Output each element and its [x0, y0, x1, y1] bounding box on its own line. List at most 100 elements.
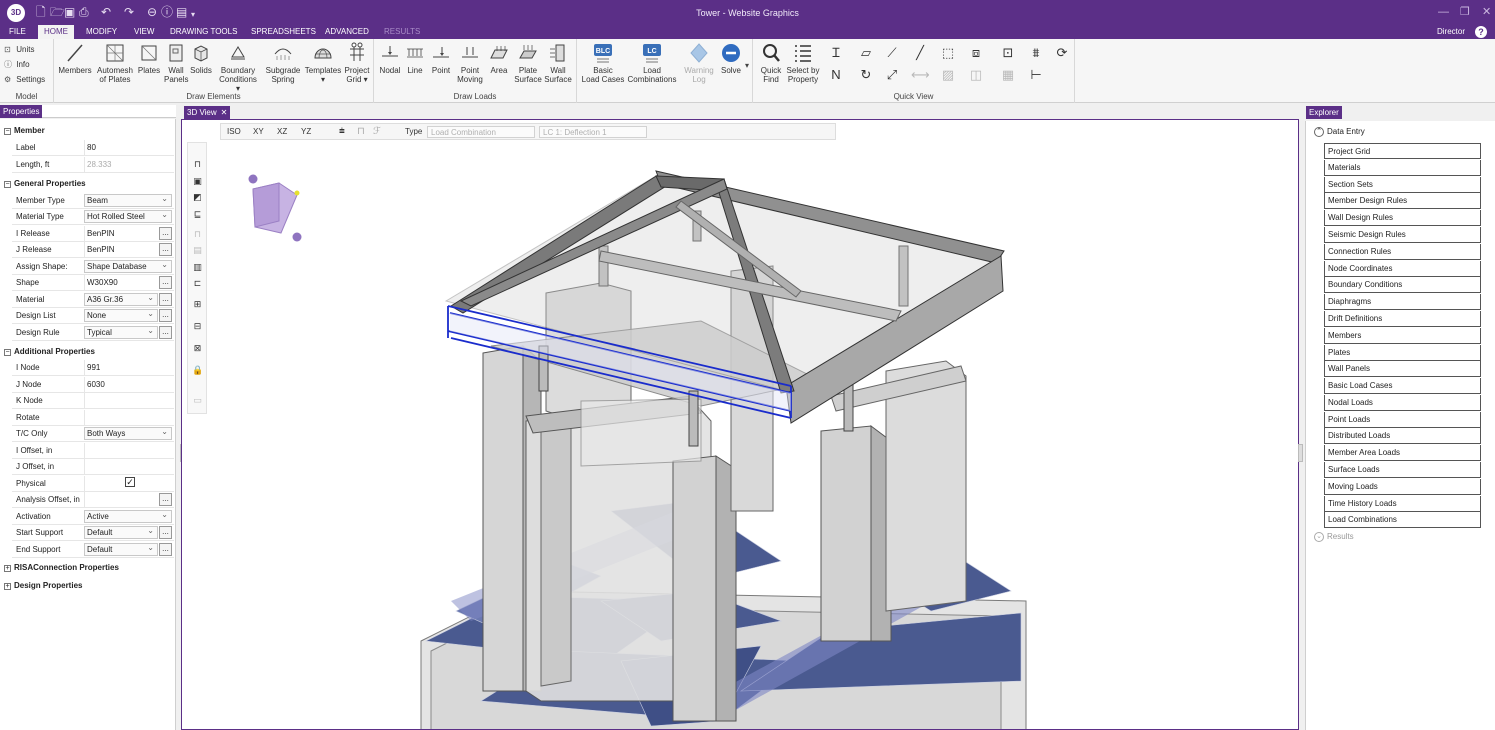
section-member[interactable]: − Member	[4, 126, 45, 135]
collapse-icon[interactable]: −	[4, 128, 11, 135]
i-offset-field[interactable]	[84, 443, 170, 458]
area-load-button[interactable]: Area	[487, 42, 511, 75]
j-offset-field[interactable]	[84, 459, 170, 474]
explorer-item-members[interactable]: Members	[1324, 328, 1481, 344]
tab-3d-view[interactable]: 3D View ✕	[184, 106, 231, 119]
yz-view-button[interactable]: YZ	[301, 126, 311, 138]
j-release-browse-button[interactable]: ...	[159, 243, 172, 256]
line-load-button[interactable]: Line	[404, 42, 426, 75]
i-release-browse-button[interactable]: ...	[159, 227, 172, 240]
analysis-offset-field[interactable]	[84, 492, 158, 507]
automesh-plates-button[interactable]: Automesh of Plates	[96, 42, 134, 84]
xz-view-button[interactable]: XZ	[277, 126, 287, 138]
load-display-icon[interactable]: ⩧	[339, 126, 345, 138]
nodal-load-button[interactable]: Nodal	[377, 42, 403, 75]
section-cut-icon[interactable]: ⊑	[192, 209, 203, 220]
project-grid-button[interactable]: Project Grid ▾	[342, 42, 372, 84]
assign-shape-select[interactable]: Shape Database	[84, 259, 172, 273]
properties-tab[interactable]: Properties	[0, 105, 43, 118]
explorer-item-surface-loads[interactable]: Surface Loads	[1324, 462, 1481, 478]
physical-checkbox[interactable]: ✓	[125, 477, 135, 487]
explorer-item-node-coordinates[interactable]: Node Coordinates	[1324, 261, 1481, 277]
j-release-field[interactable]: BenPIN	[84, 242, 158, 257]
section-risaconnection-properties[interactable]: + RISAConnection Properties	[4, 563, 119, 572]
load-combinations-button[interactable]: LC Load Combinations	[627, 42, 677, 84]
wall-surface-load-button[interactable]: Wall Surface	[543, 42, 573, 84]
lock-icon[interactable]: 🔒	[192, 365, 203, 376]
plate-display-icon[interactable]: ⏥	[857, 45, 875, 61]
i-node-field[interactable]: 991	[84, 360, 170, 375]
section-additional-properties[interactable]: − Additional Properties	[4, 347, 95, 356]
plate-surface-load-button[interactable]: Plate Surface	[513, 42, 543, 84]
j-node-field[interactable]: 6030	[84, 377, 170, 392]
solids-button[interactable]: Solids	[189, 42, 213, 75]
cube-view-icon[interactable]: ⧈	[967, 45, 985, 61]
xy-view-button[interactable]: XY	[253, 126, 264, 138]
box-select-icon[interactable]: ⬚	[939, 45, 957, 61]
templates-button[interactable]: Templates ▾	[304, 42, 342, 84]
diagonal-member-icon[interactable]: ⟋	[883, 45, 901, 61]
rotate-view-icon[interactable]: ↻	[857, 67, 875, 83]
frame-icon[interactable]: ⊓	[192, 159, 203, 170]
plates-button[interactable]: Plates	[136, 42, 162, 75]
members-button[interactable]: Members	[58, 42, 92, 75]
brace-icon[interactable]: ⤢	[883, 67, 901, 83]
explorer-item-load-combinations[interactable]: Load Combinations	[1324, 512, 1481, 528]
render-solid-icon[interactable]: ◩	[192, 192, 203, 203]
k-node-field[interactable]	[84, 393, 170, 408]
explorer-item-plates[interactable]: Plates	[1324, 345, 1481, 361]
start-support-browse-button[interactable]: ...	[159, 526, 172, 539]
expand-icon[interactable]: +	[4, 583, 11, 590]
load-case-select[interactable]: LC 1: Deflection 1	[539, 126, 647, 138]
structure-model[interactable]	[182, 120, 1299, 730]
i-release-field[interactable]: BenPIN	[84, 226, 158, 241]
explorer-item-nodal-loads[interactable]: Nodal Loads	[1324, 395, 1481, 411]
subgrade-spring-button[interactable]: Subgrade Spring	[263, 42, 303, 84]
explorer-item-project-grid[interactable]: Project Grid	[1324, 143, 1481, 159]
section-general-properties[interactable]: − General Properties	[4, 179, 86, 188]
tab-spreadsheets[interactable]: SPREADSHEETS	[245, 25, 322, 39]
label-field[interactable]: 80	[84, 140, 170, 155]
window-select-icon[interactable]: ⊡	[999, 45, 1017, 61]
design-rule-select[interactable]: Typical	[84, 325, 158, 339]
info-button[interactable]: ⓘ Info	[4, 60, 30, 70]
select-by-property-button[interactable]: Select by Property	[785, 42, 821, 84]
legend-icon[interactable]: ⊏	[192, 278, 203, 289]
member-display-icon[interactable]: Ɪ	[827, 45, 845, 61]
restore-icon[interactable]: ❐	[1460, 6, 1470, 18]
node-display-icon[interactable]: N	[827, 67, 845, 83]
material-type-select[interactable]: Hot Rolled Steel	[84, 209, 172, 223]
solve-button[interactable]: Solve	[717, 42, 745, 75]
design-rule-browse-button[interactable]: ...	[159, 326, 172, 339]
wall-panels-button[interactable]: Wall Panels	[164, 42, 188, 84]
explorer-item-seismic-design-rules[interactable]: Seismic Design Rules	[1324, 227, 1481, 243]
tab-file[interactable]: FILE	[3, 25, 32, 39]
close-window-icon[interactable]: ✕	[1482, 6, 1491, 18]
minimize-icon[interactable]: —	[1438, 6, 1449, 18]
tab-advanced[interactable]: ADVANCED	[319, 25, 375, 39]
material-select[interactable]: A36 Gr.36	[84, 292, 158, 306]
member-type-select[interactable]: Beam	[84, 193, 172, 207]
close-tab-icon[interactable]: ✕	[221, 108, 228, 117]
snap-icon[interactable]: ⊟	[192, 321, 203, 332]
shape-field[interactable]: W30X90	[84, 275, 158, 290]
tab-home[interactable]: HOME	[38, 25, 74, 39]
explorer-item-time-history-loads[interactable]: Time History Loads	[1324, 496, 1481, 512]
point-moving-button[interactable]: Point Moving	[455, 42, 485, 84]
basic-load-cases-button[interactable]: BLC Basic Load Cases	[580, 42, 626, 84]
explorer-item-diaphragms[interactable]: Diaphragms	[1324, 294, 1481, 310]
analysis-offset-browse-button[interactable]: ...	[159, 493, 172, 506]
refresh-icon[interactable]: ⟳	[1053, 45, 1071, 61]
view-cube-icon[interactable]	[248, 174, 302, 242]
design-list-select[interactable]: None	[84, 308, 158, 322]
explorer-item-member-area-loads[interactable]: Member Area Loads	[1324, 445, 1481, 461]
explorer-item-basic-load-cases[interactable]: Basic Load Cases	[1324, 378, 1481, 394]
point-load-button[interactable]: Point	[429, 42, 453, 75]
explorer-item-distributed-loads[interactable]: Distributed Loads	[1324, 428, 1481, 444]
boundary-conditions-button[interactable]: Boundary Conditions ▾	[218, 42, 258, 93]
grid-icon[interactable]: ⊞	[192, 299, 203, 310]
user-name[interactable]: Director	[1437, 25, 1465, 39]
units-button[interactable]: ⊡ Units	[4, 45, 34, 55]
explorer-item-wall-panels[interactable]: Wall Panels	[1324, 361, 1481, 377]
plate-view-icon[interactable]: ▣	[192, 176, 203, 187]
